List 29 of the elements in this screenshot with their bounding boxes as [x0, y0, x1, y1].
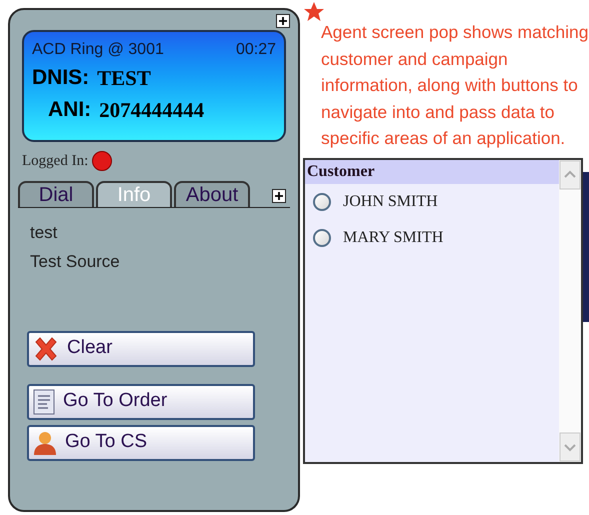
annotation-text: Agent screen pop shows matching customer and campaign information, along with buttons to navigate into and pass data to specific areas of an application.	[321, 21, 589, 150]
scrollbar[interactable]	[559, 160, 582, 462]
document-icon	[33, 388, 55, 414]
call-timer: 00:27	[236, 40, 276, 60]
customer-option[interactable]: JOHN SMITH	[305, 184, 560, 220]
dnis-label: DNIS:	[32, 65, 90, 91]
tab[interactable]: About	[174, 180, 250, 206]
dnis-value: TEST	[97, 65, 151, 92]
scroll-down-icon[interactable]	[559, 432, 582, 462]
cross-icon	[33, 336, 59, 362]
call-status: ACD Ring @ 3001	[32, 40, 164, 60]
radio-button[interactable]	[313, 228, 331, 246]
action-button[interactable]: Go To CS	[27, 424, 255, 460]
info-text: Test Source	[30, 251, 121, 273]
customer-option[interactable]: MARY SMITH	[305, 220, 560, 256]
action-button[interactable]: Clear	[27, 330, 255, 366]
info-text: test	[30, 222, 58, 244]
expand-icon[interactable]	[272, 188, 286, 202]
ani-label: ANI:	[48, 97, 92, 123]
star-icon	[303, 1, 325, 23]
person-icon	[33, 430, 57, 456]
customer-header: Customer	[305, 160, 560, 184]
tab[interactable]: Dial	[18, 180, 94, 206]
action-button[interactable]: Go To Order	[27, 384, 255, 420]
expand-icon[interactable]	[276, 14, 290, 28]
ani-value: 2074444444	[99, 97, 204, 124]
radio-button[interactable]	[313, 192, 331, 210]
scroll-up-icon[interactable]	[559, 160, 582, 190]
status-label: Logged In:	[22, 152, 88, 171]
